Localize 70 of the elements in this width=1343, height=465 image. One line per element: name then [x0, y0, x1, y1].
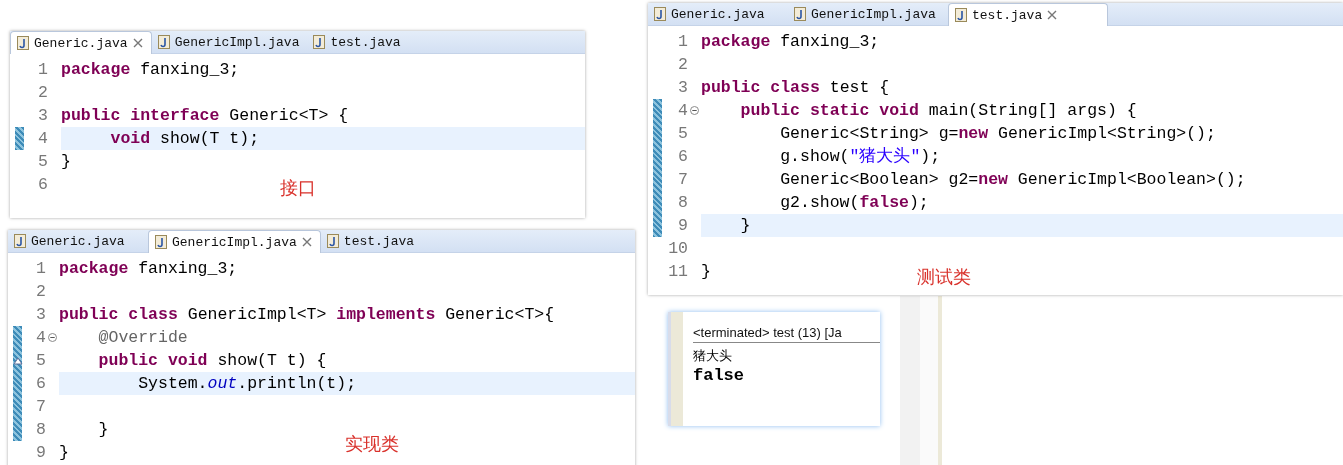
close-icon: [301, 237, 312, 247]
code-line: public class GenericImpl<T> implements Generic<T>{: [59, 304, 555, 326]
line-number: 1: [37, 59, 48, 81]
java-file-icon: [155, 235, 167, 249]
line-number: 4: [35, 327, 46, 349]
java-file-icon: [794, 7, 806, 21]
editor-tab[interactable]: test.java: [948, 3, 1108, 26]
editor-tab[interactable]: Generic.java: [10, 31, 152, 54]
code-line: }: [701, 261, 711, 283]
line-number: 1: [677, 31, 688, 53]
annotation-label: 实现类: [345, 432, 399, 456]
code-line: Generic<Boolean> g2=new GenericImpl<Boolean>();: [779, 169, 1246, 191]
line-number: 9: [677, 215, 688, 237]
line-number: 6: [35, 373, 46, 395]
line-number: 11: [667, 261, 688, 283]
line-number: 6: [677, 146, 688, 168]
line-number: 5: [677, 123, 688, 145]
console-output: 猪大头: [693, 347, 733, 365]
line-number: 7: [35, 396, 46, 418]
java-file-icon: [14, 234, 26, 248]
code-line: public void show(T t) {: [97, 350, 327, 372]
java-file-icon: [326, 234, 339, 248]
line-number: 3: [677, 77, 688, 99]
line-number: 3: [37, 105, 48, 127]
line-number: 5: [37, 151, 48, 173]
code-line: Generic<String> g=new GenericImpl<String>();: [779, 123, 1216, 145]
editor-tab[interactable]: Generic.java: [648, 3, 788, 25]
editor-tab[interactable]: Generic.java: [8, 230, 148, 252]
editor-tab[interactable]: test.java: [320, 230, 423, 252]
java-file-icon: [313, 35, 326, 49]
annotation-label: 测试类: [917, 265, 971, 289]
close-icon: [132, 38, 143, 48]
line-number: 6: [37, 174, 48, 196]
line-number: 8: [677, 192, 688, 214]
code-line: public static void main(String[] args) {: [739, 100, 1137, 122]
line-number: 4: [677, 100, 688, 122]
code-line: package fanxing_3;: [59, 258, 238, 280]
line-number: 10: [667, 238, 688, 260]
line-number: 9: [35, 442, 46, 464]
line-number: 7: [677, 169, 688, 191]
editor-tab[interactable]: GenericImpl.java: [788, 3, 948, 25]
line-number: 5: [35, 350, 46, 372]
console-header: <terminated> test (13) [Ja: [693, 325, 880, 343]
line-number: 8: [35, 419, 46, 441]
editor-tab[interactable]: test.java: [307, 31, 448, 53]
java-file-icon: [955, 8, 967, 22]
code-line: }: [97, 419, 109, 441]
line-number: 2: [677, 54, 688, 76]
code-line: public class test {: [701, 77, 890, 99]
line-number: 2: [35, 281, 46, 303]
code-line: package fanxing_3;: [701, 31, 880, 53]
code-line: package fanxing_3;: [61, 59, 240, 81]
line-number: 4: [37, 128, 48, 150]
editor-tab[interactable]: GenericImpl.java: [151, 31, 308, 53]
line-number: 1: [35, 258, 46, 280]
annotation-label: 接口: [280, 176, 316, 200]
java-file-icon: [17, 36, 29, 50]
close-icon: [1047, 10, 1058, 20]
line-number: 3: [35, 304, 46, 326]
code-line: @Override: [97, 327, 188, 349]
code-line: }: [61, 151, 71, 173]
console-output: false: [693, 366, 745, 385]
java-file-icon: [654, 7, 666, 21]
code-line: public interface Generic<T> {: [61, 105, 349, 127]
java-file-icon: [157, 35, 170, 49]
editor-tab[interactable]: GenericImpl.java: [148, 230, 321, 253]
line-number: 2: [37, 82, 48, 104]
code-line: g2.show(false);: [779, 192, 929, 214]
code-line: }: [59, 442, 69, 464]
code-line: g.show("猪大头");: [779, 146, 941, 168]
